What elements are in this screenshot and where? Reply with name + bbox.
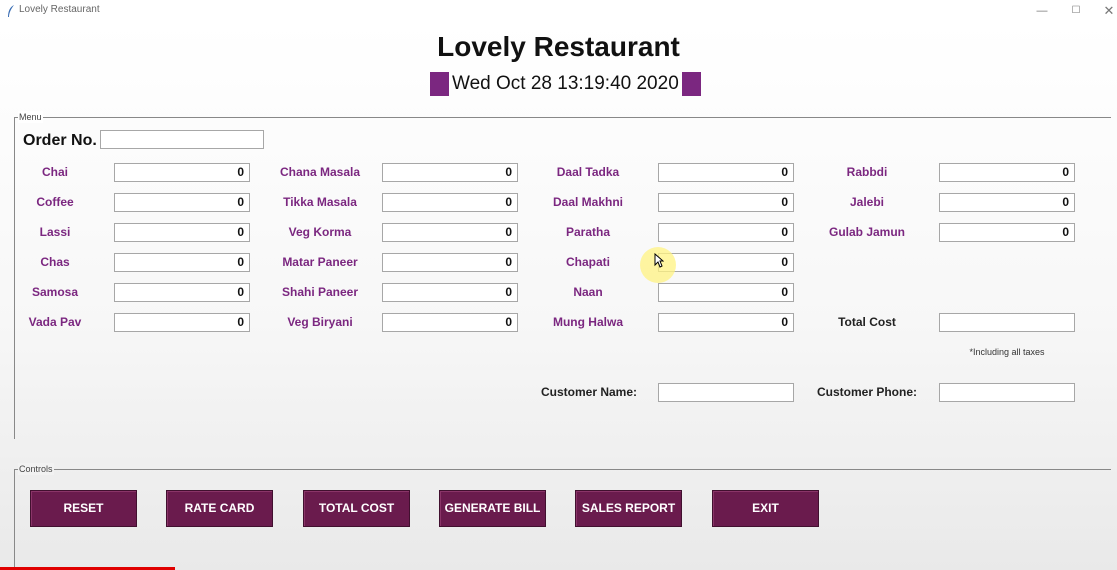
qty-input-chas[interactable]: 0: [114, 253, 250, 272]
clock: Wed Oct 28 13:19:40 2020: [430, 72, 701, 96]
item-label-rabbdi: Rabbdi: [846, 165, 888, 179]
exit-button[interactable]: EXIT: [712, 490, 819, 527]
qty-input-samosa[interactable]: 0: [114, 283, 250, 302]
total-cost-button[interactable]: TOTAL COST: [303, 490, 410, 527]
item-label-chas: Chas: [40, 255, 70, 269]
qty-input-paratha[interactable]: 0: [658, 223, 794, 242]
qty-input-lassi[interactable]: 0: [114, 223, 250, 242]
total-cost-field[interactable]: [939, 313, 1075, 332]
qty-input-jalebi[interactable]: 0: [939, 193, 1075, 212]
order-number-input[interactable]: [100, 130, 264, 149]
mouse-pointer-icon: [654, 253, 664, 268]
app-heading: Lovely Restaurant: [437, 31, 680, 62]
maximize-button[interactable]: ☐: [1059, 0, 1093, 22]
item-label-daal-tadka: Daal Tadka: [556, 165, 620, 179]
item-label-tikka-masala: Tikka Masala: [283, 195, 357, 209]
item-label-paratha: Paratha: [565, 225, 611, 239]
qty-input-coffee[interactable]: 0: [114, 193, 250, 212]
item-label-gulab-jamun: Gulab Jamun: [828, 225, 905, 239]
clock-text: Wed Oct 28 13:19:40 2020: [452, 73, 679, 94]
order-number-label: Order No.: [23, 132, 97, 149]
qty-input-naan[interactable]: 0: [658, 283, 794, 302]
window-title: Lovely Restaurant: [19, 4, 100, 15]
qty-input-daal-makhni[interactable]: 0: [658, 193, 794, 212]
item-label-daal-makhni: Daal Makhni: [552, 195, 624, 209]
item-label-naan: Naan: [573, 285, 603, 299]
reset-button[interactable]: RESET: [30, 490, 137, 527]
qty-input-veg-biryani[interactable]: 0: [382, 313, 518, 332]
feather-icon: [8, 5, 14, 17]
qty-input-daal-tadka[interactable]: 0: [658, 163, 794, 182]
item-label-mung-halwa: Mung Halwa: [552, 315, 623, 329]
tax-note: *Including all taxes: [969, 347, 1045, 357]
rate-card-button[interactable]: RATE CARD: [166, 490, 273, 527]
qty-input-chai[interactable]: 0: [114, 163, 250, 182]
qty-input-chana-masala[interactable]: 0: [382, 163, 518, 182]
clock-decoration-right: [681, 72, 701, 96]
item-label-veg-biryani: Veg Biryani: [287, 315, 353, 329]
menu-frame-label: Menu: [18, 111, 43, 123]
item-label-jalebi: Jalebi: [849, 195, 885, 209]
item-label-vada-pav: Vada Pav: [28, 315, 82, 329]
minimize-button[interactable]: —: [1025, 0, 1059, 22]
clock-decoration-left: [430, 72, 449, 96]
item-label-shahi-paneer: Shahi Paneer: [281, 285, 359, 299]
sales-report-button[interactable]: SALES REPORT: [575, 490, 682, 527]
qty-input-vada-pav[interactable]: 0: [114, 313, 250, 332]
customer-phone-label: Customer Phone:: [817, 385, 918, 399]
item-label-chana-masala: Chana Masala: [279, 165, 361, 179]
main-window: Lovely Restaurant Wed Oct 28 13:19:40 20…: [0, 22, 1117, 570]
window-titlebar: Lovely Restaurant — ☐ ✕: [0, 0, 1117, 22]
controls-frame-label: Controls: [18, 463, 54, 475]
customer-phone-input[interactable]: [939, 383, 1075, 402]
item-label-chai: Chai: [41, 165, 68, 179]
qty-input-veg-korma[interactable]: 0: [382, 223, 518, 242]
item-label-veg-korma: Veg Korma: [288, 225, 352, 239]
qty-input-shahi-paneer[interactable]: 0: [382, 283, 518, 302]
qty-input-tikka-masala[interactable]: 0: [382, 193, 518, 212]
qty-input-gulab-jamun[interactable]: 0: [939, 223, 1075, 242]
item-label-lassi: Lassi: [39, 225, 71, 239]
item-label-samosa: Samosa: [31, 285, 79, 299]
item-label-chapati: Chapati: [565, 255, 610, 269]
qty-input-matar-paneer[interactable]: 0: [382, 253, 518, 272]
qty-input-mung-halwa[interactable]: 0: [658, 313, 794, 332]
qty-input-rabbdi[interactable]: 0: [939, 163, 1075, 182]
item-label-coffee: Coffee: [36, 195, 74, 209]
customer-name-label: Customer Name:: [541, 385, 638, 399]
total-cost-label: Total Cost: [838, 315, 896, 329]
generate-bill-button[interactable]: GENERATE BILL: [439, 490, 546, 527]
customer-name-input[interactable]: [658, 383, 794, 402]
item-label-matar-paneer: Matar Paneer: [282, 255, 358, 269]
close-button[interactable]: ✕: [1092, 0, 1117, 22]
qty-input-chapati[interactable]: 0: [658, 253, 794, 272]
